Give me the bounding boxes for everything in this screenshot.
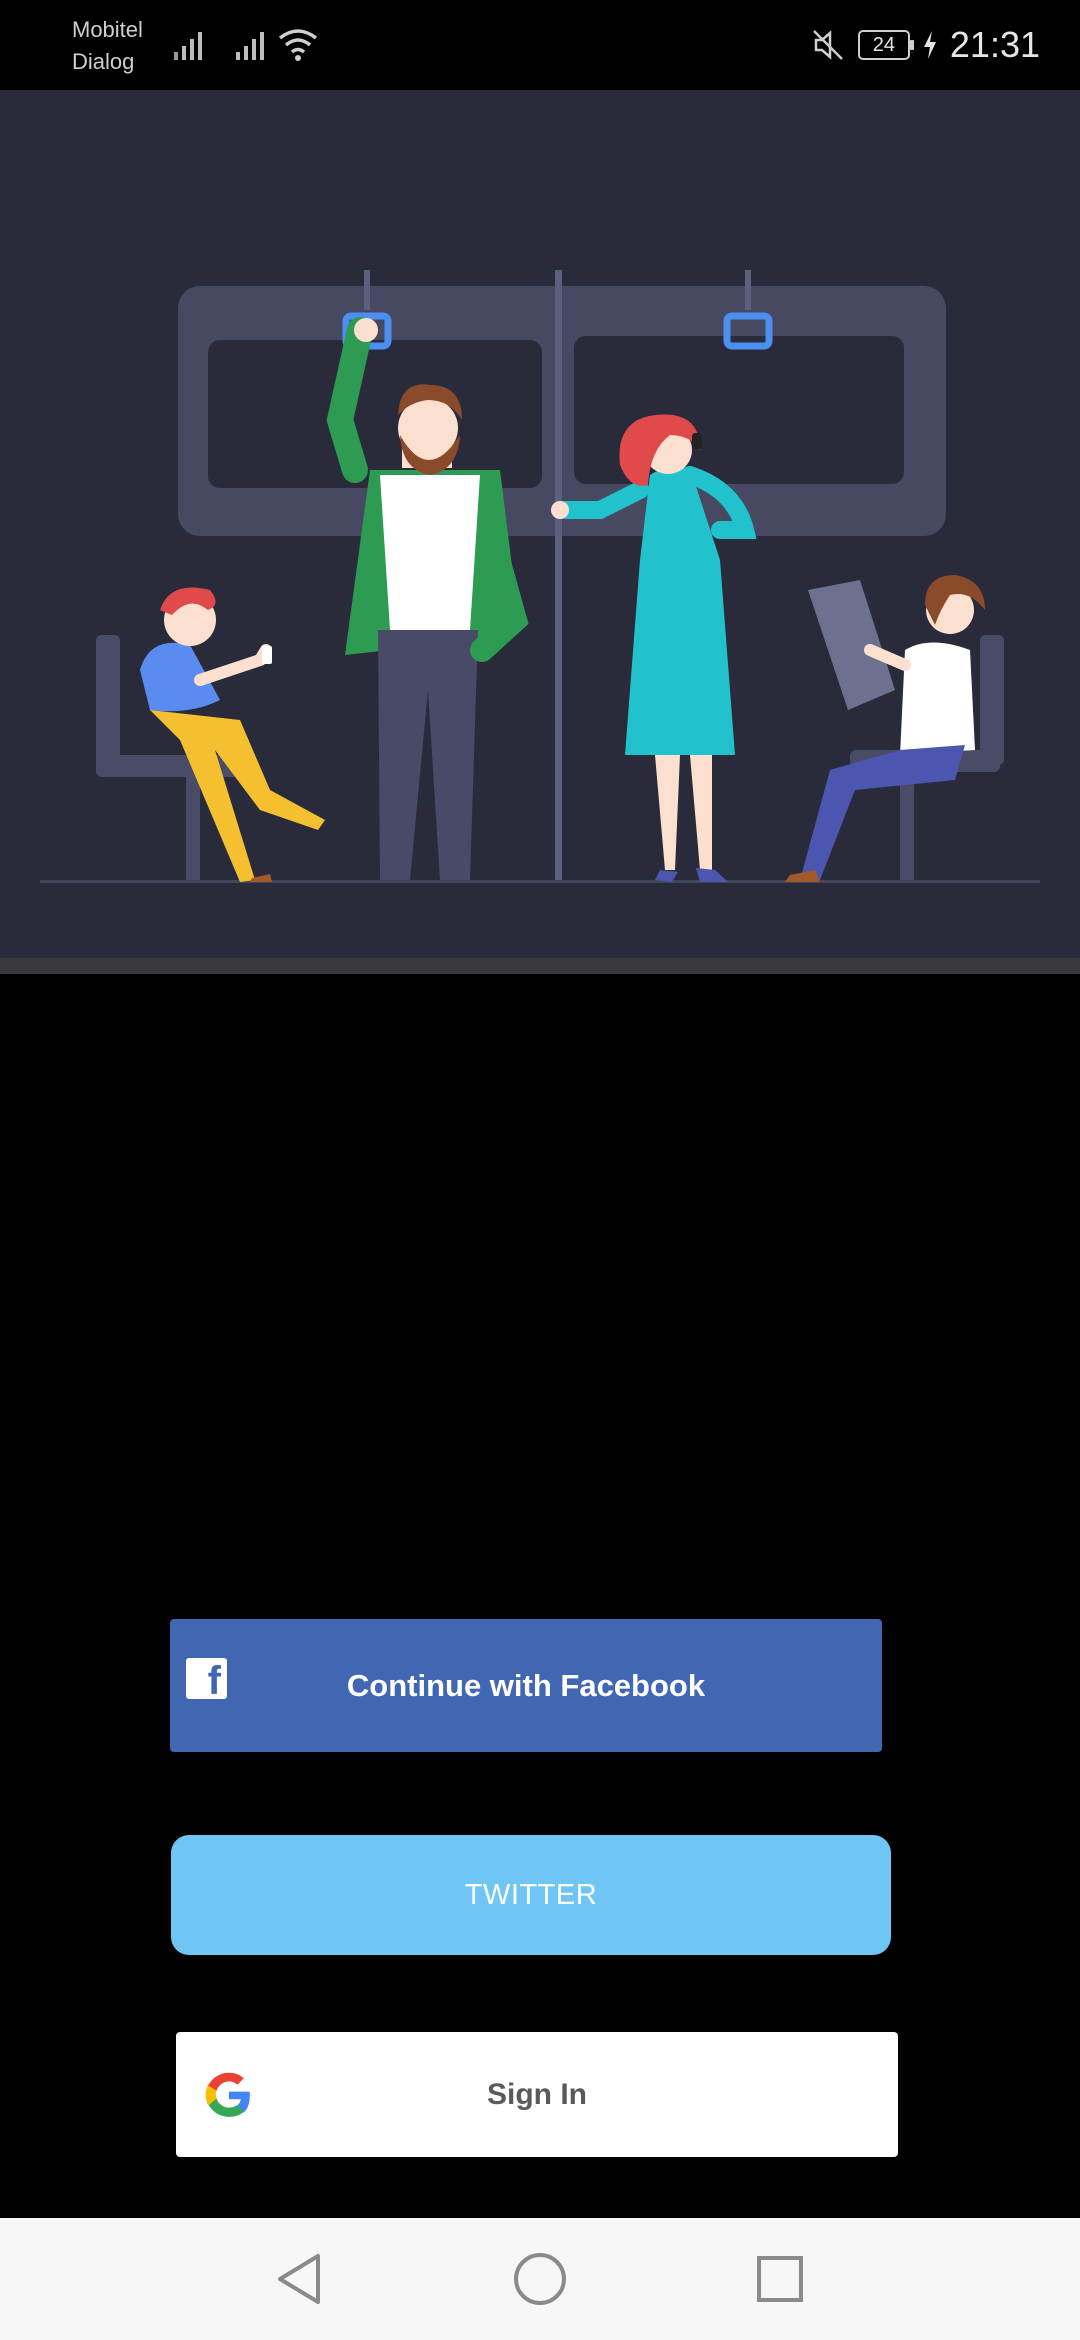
twitter-button-label: TWITTER	[464, 1878, 598, 1911]
clock: 21:31	[949, 24, 1040, 65]
facebook-button-label: Continue with Facebook	[346, 1667, 706, 1703]
status-icons-right: 24 21:31	[810, 20, 1040, 70]
google-sign-in-button[interactable]: Sign In	[176, 2032, 898, 2157]
home-circle-icon[interactable]	[509, 2248, 571, 2310]
facebook-logo-icon: f	[186, 1658, 227, 1701]
hero-illustration	[0, 90, 1080, 958]
google-logo-icon	[205, 2072, 250, 2117]
continue-with-facebook-button[interactable]: f Continue with Facebook	[170, 1619, 882, 1752]
center-pole	[555, 270, 562, 882]
commuters-illustration	[40, 270, 1040, 883]
illustration-divider	[0, 958, 1080, 974]
google-button-label: Sign In	[487, 2077, 587, 2111]
cell-signal-icon	[174, 32, 202, 60]
carrier-name-primary: Mobitel	[72, 17, 143, 42]
system-navigation-bar	[0, 2218, 1080, 2340]
recents-square-icon[interactable]	[749, 2248, 811, 2310]
charging-bolt-icon	[923, 31, 936, 59]
carrier-name-secondary: Dialog	[72, 49, 135, 74]
newspaper	[808, 580, 895, 710]
twitter-button[interactable]: TWITTER	[171, 1835, 891, 1955]
mute-icon	[813, 30, 843, 60]
status-bar: Mobitel Dialog 24 21:31	[0, 0, 1080, 90]
back-triangle-icon[interactable]	[270, 2248, 332, 2310]
battery-indicator: 24	[857, 30, 914, 60]
cell-signal-2-icon	[236, 32, 264, 60]
wifi-icon	[278, 29, 318, 61]
carrier-info: Mobitel Dialog	[72, 14, 143, 78]
